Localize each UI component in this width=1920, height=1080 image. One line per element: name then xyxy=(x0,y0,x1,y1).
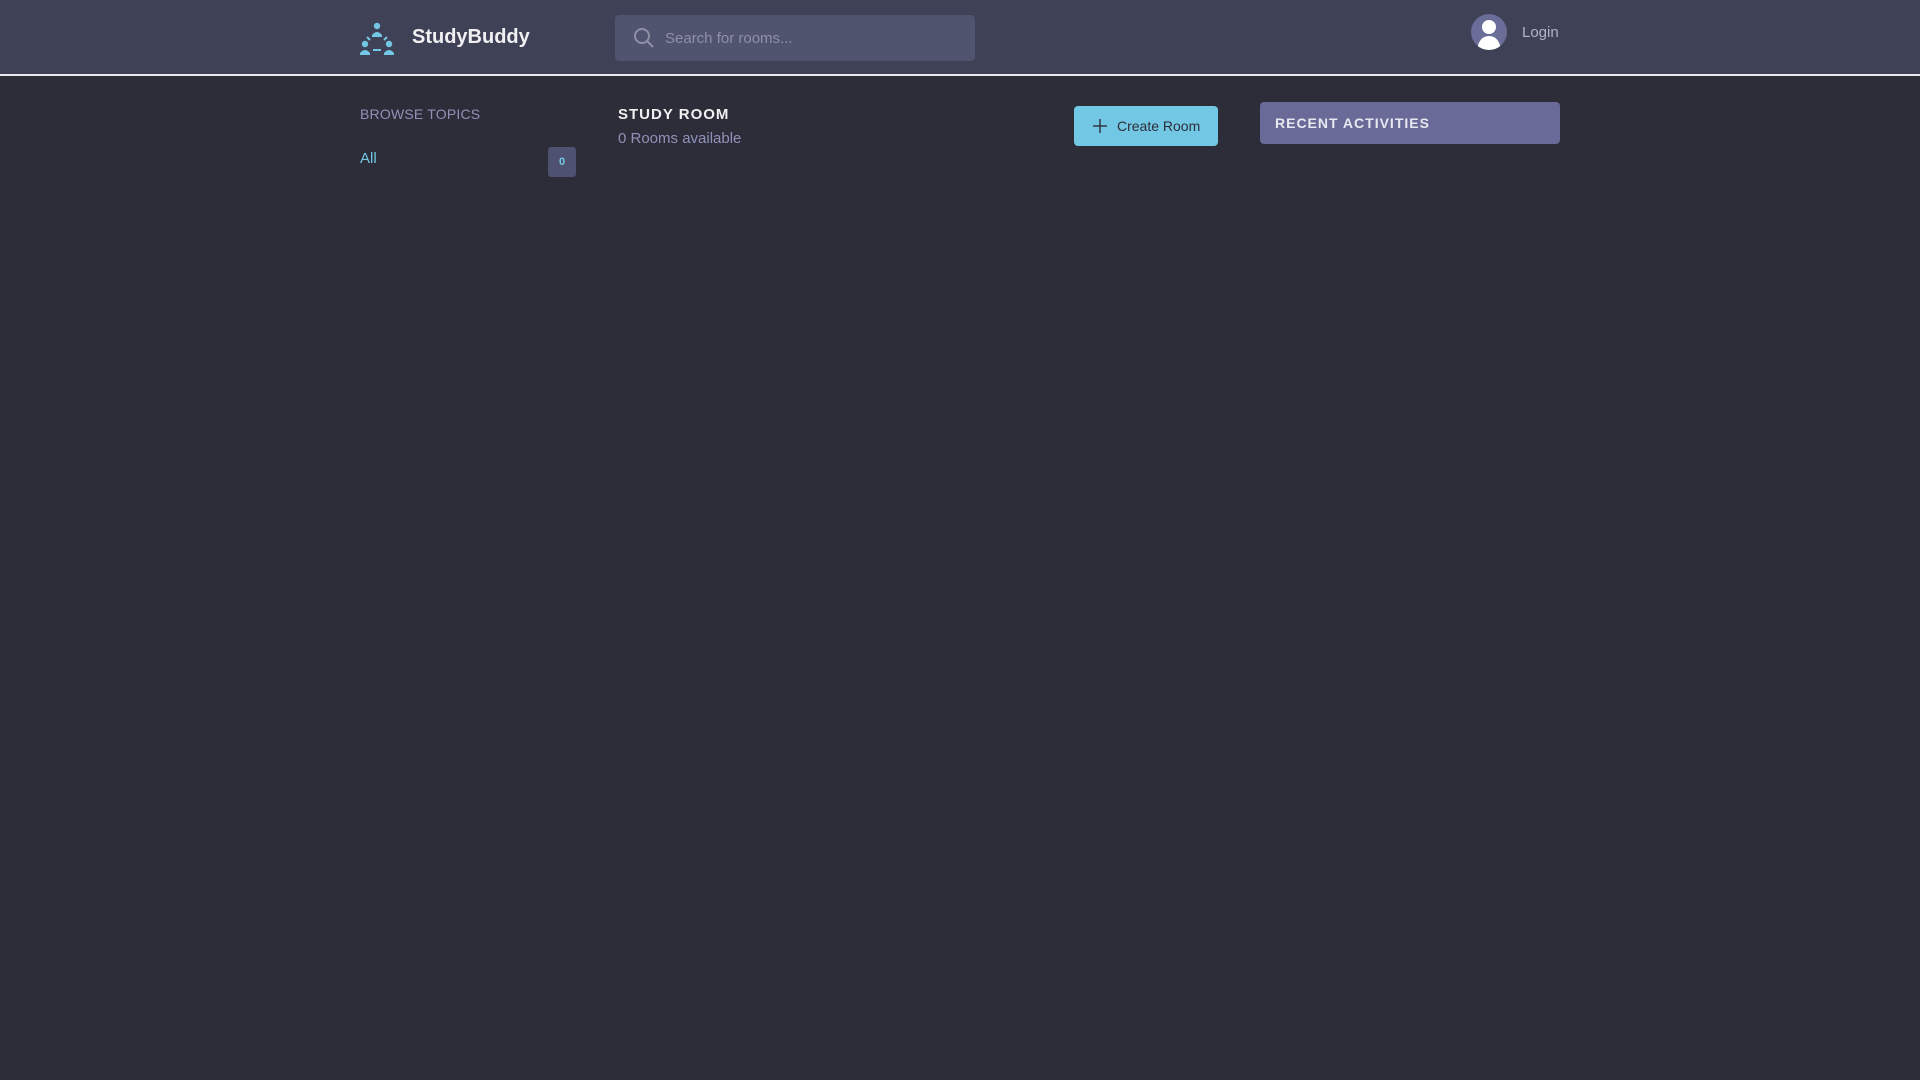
topic-label: All xyxy=(360,150,377,167)
search-icon xyxy=(634,28,654,48)
create-room-label: Create Room xyxy=(1117,118,1201,134)
logo-icon[interactable] xyxy=(359,20,395,56)
topic-item-all[interactable]: All 0 xyxy=(360,144,576,178)
app-title[interactable]: StudyBuddy xyxy=(412,26,530,49)
rooms-count-text: 0 Rooms available xyxy=(618,130,742,147)
browse-topics-title: BROWSE TOPICS xyxy=(360,106,481,122)
search-bar[interactable] xyxy=(615,15,975,61)
topic-count-badge: 0 xyxy=(548,147,576,177)
search-input[interactable] xyxy=(665,15,965,61)
page-title: STUDY ROOM xyxy=(618,106,730,123)
avatar[interactable] xyxy=(1471,14,1507,50)
create-room-button[interactable]: Create Room xyxy=(1074,106,1218,146)
plus-icon xyxy=(1093,119,1107,133)
login-link[interactable]: Login xyxy=(1522,24,1559,41)
recent-activities-header: RECENT ACTIVITIES xyxy=(1260,102,1560,144)
avatar-icon xyxy=(1477,20,1501,50)
top-navbar: StudyBuddy Login xyxy=(0,0,1920,76)
recent-activities-title: RECENT ACTIVITIES xyxy=(1275,115,1430,131)
